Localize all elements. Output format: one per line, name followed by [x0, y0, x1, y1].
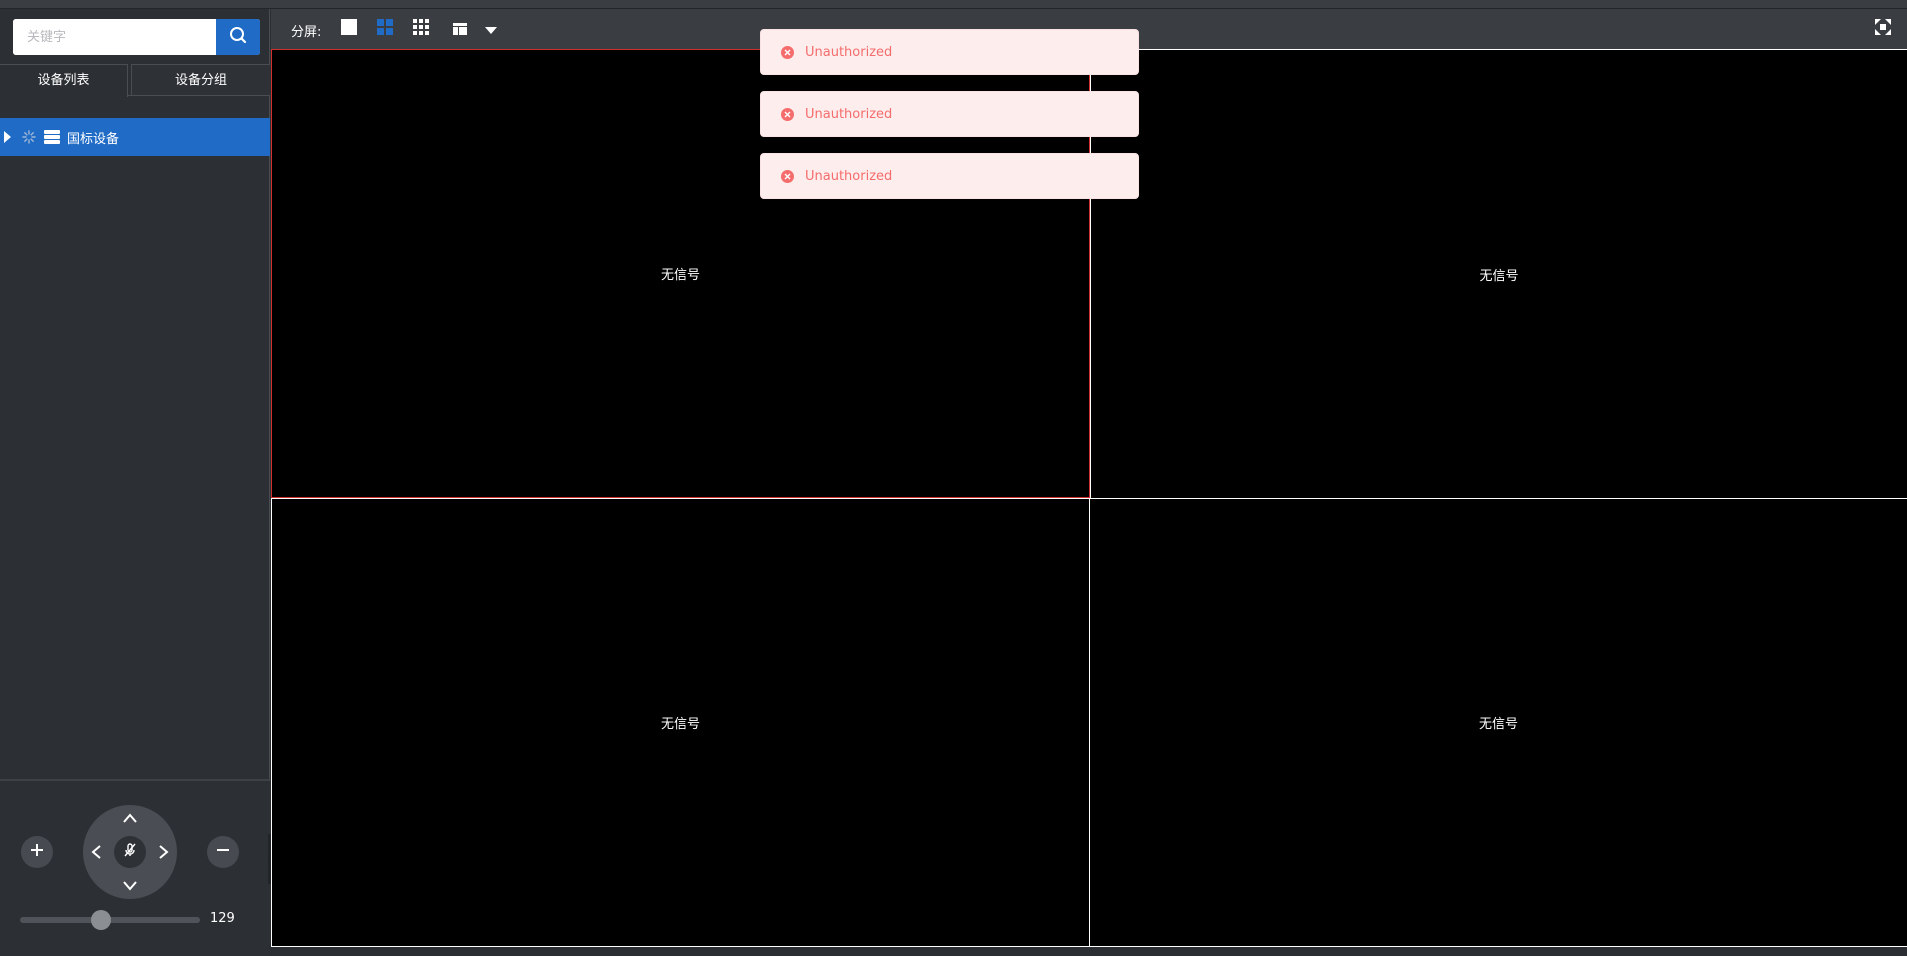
layout-2x2-button[interactable]: [376, 19, 394, 39]
error-circle-icon: [781, 107, 794, 121]
no-signal-text: 无信号: [1479, 268, 1519, 284]
minus-icon: [215, 842, 231, 862]
video-cell-3[interactable]: 无信号: [271, 498, 1090, 947]
mic-off-icon: [122, 842, 138, 862]
ptz-left-button[interactable]: [86, 842, 106, 862]
error-circle-icon: [781, 45, 794, 59]
error-toast: Unauthorized: [760, 91, 1139, 137]
four-screen-icon: [377, 19, 393, 39]
error-circle-icon: [781, 169, 794, 183]
no-signal-text: 无信号: [660, 717, 700, 732]
layout-dropdown-button[interactable]: [482, 20, 500, 38]
ptz-joystick: [83, 805, 177, 899]
server-list-icon: [44, 130, 60, 144]
custom-layout-icon: [453, 20, 467, 39]
ptz-speed-slider[interactable]: [20, 910, 200, 930]
tree-item-label: 国标设备: [67, 131, 120, 147]
split-label: 分屏:: [291, 25, 322, 40]
search-button[interactable]: [216, 19, 260, 55]
video-cell-2[interactable]: 无信号: [1090, 49, 1907, 498]
error-toast: Unauthorized: [760, 29, 1139, 75]
tree-item-gb-devices[interactable]: 国标设备: [0, 118, 270, 156]
tab-device-list[interactable]: 设备列表: [0, 64, 128, 97]
nine-screen-icon: [413, 19, 429, 39]
loading-spinner-icon: [22, 130, 36, 144]
zoom-in-button[interactable]: [21, 836, 53, 868]
ptz-speed-value: 129: [210, 911, 235, 926]
fullscreen-button[interactable]: [1873, 19, 1893, 39]
layout-3x3-button[interactable]: [412, 19, 430, 39]
zoom-out-button[interactable]: [207, 836, 239, 868]
ptz-center-button[interactable]: [114, 836, 146, 868]
error-toast: Unauthorized: [760, 153, 1139, 199]
toast-message: Unauthorized: [805, 168, 893, 184]
expand-caret-icon[interactable]: [4, 131, 11, 143]
layout-custom-button[interactable]: [451, 20, 469, 38]
ptz-down-button[interactable]: [120, 876, 140, 896]
search-icon: [229, 26, 247, 48]
slider-handle[interactable]: [91, 910, 111, 930]
toast-message: Unauthorized: [805, 44, 893, 60]
ptz-right-button[interactable]: [154, 842, 174, 862]
fullscreen-icon: [1875, 19, 1891, 39]
ptz-up-button[interactable]: [120, 808, 140, 828]
single-screen-icon: [341, 19, 357, 39]
video-cell-4[interactable]: 无信号: [1090, 498, 1907, 947]
caret-down-icon: [485, 20, 497, 39]
layout-1x1-button[interactable]: [340, 19, 358, 39]
device-tabs: 设备列表 设备分组: [0, 64, 270, 97]
search-input[interactable]: [13, 19, 216, 55]
ptz-panel: 129: [0, 779, 270, 956]
tab-device-group[interactable]: 设备分组: [131, 64, 270, 96]
no-signal-text: 无信号: [660, 268, 700, 283]
plus-icon: [29, 842, 45, 862]
toast-message: Unauthorized: [805, 106, 893, 122]
sidebar: 设备列表 设备分组 国标设备: [0, 9, 270, 956]
no-signal-text: 无信号: [1478, 717, 1518, 732]
search-box: [13, 19, 260, 55]
window-top-bar: [0, 0, 1907, 9]
